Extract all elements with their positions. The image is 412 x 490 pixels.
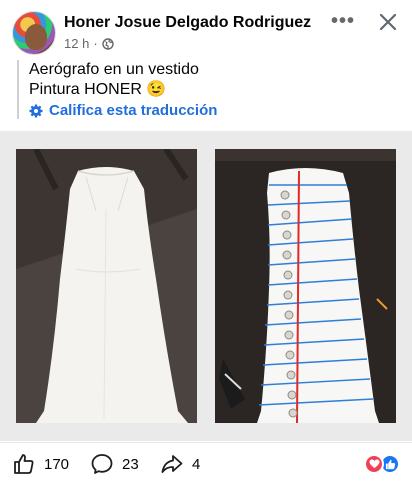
like-button[interactable]: 170 xyxy=(12,452,69,476)
author-name[interactable]: Honer Josue Delgado Rodriguez xyxy=(64,14,311,32)
reaction-icons[interactable] xyxy=(364,454,404,476)
meta-separator: · xyxy=(93,36,98,51)
wink-emoji: 😉 xyxy=(146,81,167,98)
share-button[interactable]: 4 xyxy=(160,452,200,476)
share-count: 4 xyxy=(192,455,201,473)
notebook-dress-photo[interactable] xyxy=(215,149,396,423)
post-header: Honer Josue Delgado Rodriguez 12 h · ••• xyxy=(0,0,412,60)
caption-line-2: Pintura HONER 😉 xyxy=(29,80,397,100)
author-avatar[interactable] xyxy=(12,11,56,55)
close-icon[interactable] xyxy=(376,10,400,34)
more-icon[interactable]: ••• xyxy=(330,11,356,32)
white-dress-photo[interactable] xyxy=(16,149,197,423)
caption-line-1: Aerógrafo en un vestido xyxy=(29,61,199,78)
post-caption: Aerógrafo en un vestido Pintura HONER 😉 … xyxy=(17,60,397,119)
caption-line-2-text: Pintura HONER xyxy=(29,81,142,98)
share-icon xyxy=(161,455,183,473)
comment-icon xyxy=(91,454,113,474)
notebook-dress-image xyxy=(215,149,396,423)
comment-count: 23 xyxy=(122,455,139,473)
post-actions: 170 23 4 xyxy=(0,446,412,486)
post-time[interactable]: 12 h xyxy=(64,36,89,51)
love-reaction-icon xyxy=(364,454,384,474)
photo-grid xyxy=(0,131,412,441)
white-dress-image xyxy=(16,149,197,423)
rate-translation-link[interactable]: Califica esta traducción xyxy=(29,102,397,119)
actions-divider xyxy=(0,442,412,443)
globe-icon xyxy=(101,37,114,50)
gear-icon xyxy=(29,104,43,117)
thumbs-up-icon xyxy=(14,454,34,474)
like-count: 170 xyxy=(44,455,70,473)
rate-translation-label[interactable]: Califica esta traducción xyxy=(49,102,217,119)
comment-button[interactable]: 23 xyxy=(90,452,139,476)
post-meta: 12 h · xyxy=(64,36,114,51)
